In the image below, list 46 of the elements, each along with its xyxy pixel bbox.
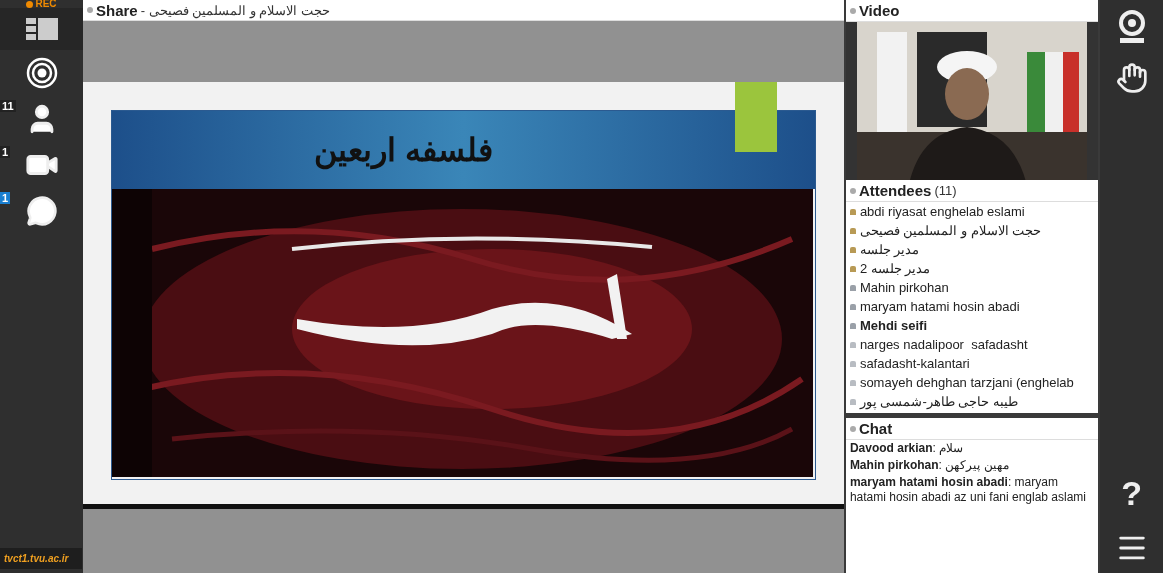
- pod-status-icon: [849, 7, 856, 14]
- attendee-name[interactable]: طیبه حاجی طاهر-شمسی پور: [859, 394, 1019, 409]
- webcam-icon[interactable]: [1116, 10, 1147, 44]
- layout-icon[interactable]: [25, 18, 58, 40]
- chat-message: maryam hatami hosin abadi: maryam hatami hosin abadi az uni fani englab aslami: [848, 474, 1088, 506]
- pod-title: Chat: [858, 420, 893, 437]
- pod-status-icon: [849, 187, 856, 194]
- role-icon: [849, 398, 856, 405]
- attendee-name[interactable]: somayeh dehghan tarzjani (enghelab: [859, 375, 1074, 390]
- attendee-name[interactable]: حجت الاسلام و المسلمین فصیحی: [859, 223, 1042, 238]
- help-button[interactable]: ?: [1121, 474, 1142, 513]
- role-icon: [849, 208, 856, 215]
- role-icon: [849, 360, 856, 367]
- role-icon: [849, 322, 856, 329]
- recording-indicator: REC: [26, 0, 57, 8]
- attendee-name[interactable]: maryam hatami hosin abadi: [859, 299, 1020, 314]
- target-icon[interactable]: [25, 57, 58, 89]
- role-icon: [849, 227, 856, 234]
- attendee-name[interactable]: مدیر جلسه 2: [859, 261, 931, 276]
- role-icon: [849, 303, 856, 310]
- attendee-name[interactable]: مدیر جلسه: [859, 242, 920, 257]
- slide-title: فلسفه اربعین: [314, 131, 493, 169]
- hand-icon[interactable]: [1115, 62, 1148, 94]
- attendee-name[interactable]: narges nadalipoor safadasht: [859, 337, 1028, 352]
- count-badge: 1: [0, 192, 11, 204]
- site-label: tvct1.tvu.ac.ir: [0, 548, 82, 569]
- role-icon: [849, 265, 856, 272]
- attendee-name[interactable]: abdi riyasat enghelab eslami: [859, 204, 1025, 219]
- pod-status-icon: [849, 425, 856, 432]
- pod-subtitle: - حجت الاسلام و المسلمین فصیحی: [140, 2, 331, 18]
- pod-title: Share: [96, 1, 138, 19]
- attendee-name[interactable]: safadasht-kalantari: [859, 356, 970, 371]
- pod-status-icon: [87, 7, 93, 13]
- chat-icon[interactable]: [25, 195, 58, 227]
- role-icon: [849, 341, 856, 348]
- attendee-name[interactable]: Mahin pirkohan: [859, 280, 949, 295]
- role-icon: [849, 379, 856, 386]
- count-badge: 11: [0, 100, 16, 112]
- pod-title: Video: [858, 2, 900, 19]
- count-badge: 1: [0, 146, 11, 158]
- attendee-name[interactable]: Mehdi seifi: [859, 318, 928, 333]
- attendee-count: (11): [934, 183, 957, 198]
- role-icon: [849, 284, 856, 291]
- slide-accent: [734, 82, 777, 152]
- role-icon: [849, 246, 856, 253]
- pod-title: Attendees: [858, 182, 932, 199]
